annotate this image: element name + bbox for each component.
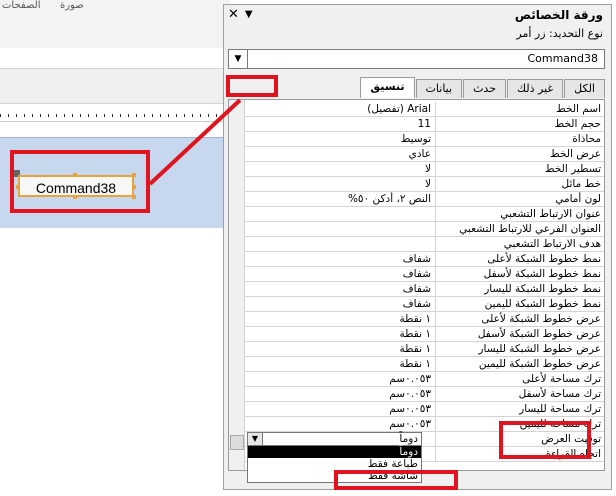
tab-event[interactable]: حدث <box>463 79 506 98</box>
property-value[interactable]: ٠.٠٥٣سم <box>244 417 435 431</box>
chevron-down-icon[interactable]: ▼ <box>248 433 263 445</box>
property-value[interactable]: Arial (تفصيل) <box>244 102 435 116</box>
property-label: العنوان الفرعي للارتباط التشعبي <box>435 222 604 236</box>
property-label: عرض خطوط الشبكة لليمين <box>435 357 604 371</box>
display-when-value: دوماً <box>399 433 418 445</box>
annotation-display-when-box <box>499 421 591 459</box>
tab-bar: الكل غير ذلك حدث بيانات تنسيق <box>359 77 605 99</box>
property-value[interactable]: ١ نقطة <box>244 357 435 371</box>
property-value[interactable]: ١ نقطة <box>244 327 435 341</box>
property-value[interactable]: شفاف <box>244 252 435 266</box>
ruler <box>0 109 230 122</box>
property-value[interactable]: شفاف <box>244 297 435 311</box>
option-print-only[interactable]: طباعة فقط <box>248 458 421 470</box>
property-value[interactable]: النص ٢، أدكن ٥٠% <box>244 192 435 206</box>
close-icon[interactable]: ✕ <box>228 7 239 23</box>
property-value[interactable] <box>244 237 435 251</box>
property-label: عرض خطوط الشبكة لأعلى <box>435 312 604 326</box>
property-label: ترك مساحة لأسفل <box>435 387 604 401</box>
property-row[interactable]: عرض خطوط الشبكة لأعلى ١ نقطة <box>244 312 604 327</box>
property-row[interactable]: محاذاة توسيط <box>244 132 604 147</box>
property-label: عرض خطوط الشبكة لأسفل <box>435 327 604 341</box>
property-label: عنوان الارتباط التشعبي <box>435 207 604 221</box>
property-label: تسطير الخط <box>435 162 604 176</box>
property-value[interactable]: ١ نقطة <box>244 342 435 356</box>
property-row[interactable]: عرض خطوط الشبكة لليمين ١ نقطة <box>244 357 604 372</box>
property-row[interactable]: لون أمامي النص ٢، أدكن ٥٠% <box>244 192 604 207</box>
tab-all[interactable]: الكل <box>564 79 605 98</box>
property-row[interactable]: تسطير الخط لا <box>244 162 604 177</box>
property-row[interactable]: عرض خطوط الشبكة لليسار ١ نقطة <box>244 342 604 357</box>
section-header-band <box>0 68 230 104</box>
property-row[interactable]: نمط خطوط الشبكة لليمين شفاف <box>244 297 604 312</box>
property-value[interactable]: ٠.٠٥٣سم <box>244 402 435 416</box>
property-label: نمط خطوط الشبكة لليمين <box>435 297 604 311</box>
annotation-button-box <box>10 150 150 213</box>
property-value[interactable]: لا <box>244 162 435 176</box>
property-value[interactable]: شفاف <box>244 282 435 296</box>
property-row[interactable]: ترك مساحة لأعلى ٠.٠٥٣سم <box>244 372 604 387</box>
property-label: هدف الارتباط التشعبي <box>435 237 604 251</box>
property-row[interactable]: نمط خطوط الشبكة لأعلى شفاف <box>244 252 604 267</box>
property-value[interactable]: عادي <box>244 147 435 161</box>
property-value[interactable]: لا <box>244 177 435 191</box>
property-label: محاذاة <box>435 132 604 146</box>
object-selector-value: Command38 <box>527 52 598 65</box>
scroll-thumb[interactable] <box>230 435 244 450</box>
property-label: عرض الخط <box>435 147 604 161</box>
ribbon-label-image[interactable]: صورة <box>60 0 84 12</box>
property-row[interactable]: عرض الخط عادي <box>244 147 604 162</box>
panel-title: ورقة الخصائص <box>514 8 603 22</box>
property-label: ترك مساحة لليسار <box>435 402 604 416</box>
option-always[interactable]: دوماً <box>248 446 421 458</box>
property-row[interactable]: خط مائل لا <box>244 177 604 192</box>
property-row[interactable]: ترك مساحة لأسفل ٠.٠٥٣سم <box>244 387 604 402</box>
property-label: ترك مساحة لأعلى <box>435 372 604 386</box>
property-value[interactable]: شفاف <box>244 267 435 281</box>
tab-other[interactable]: غير ذلك <box>507 79 564 98</box>
property-row[interactable]: العنوان الفرعي للارتباط التشعبي <box>244 222 604 237</box>
property-row[interactable]: عرض خطوط الشبكة لأسفل ١ نقطة <box>244 327 604 342</box>
property-value[interactable]: 11 <box>244 117 435 131</box>
annotation-tab-box <box>226 75 278 97</box>
property-label: عرض خطوط الشبكة لليسار <box>435 342 604 356</box>
property-row[interactable]: هدف الارتباط التشعبي <box>244 237 604 252</box>
property-row[interactable]: حجم الخط 11 <box>244 117 604 132</box>
tab-data[interactable]: بيانات <box>415 79 463 98</box>
property-row[interactable]: ترك مساحة لليسار ٠.٠٥٣سم <box>244 402 604 417</box>
property-row[interactable]: نمط خطوط الشبكة لأسفل شفاف <box>244 267 604 282</box>
object-selector[interactable]: ▼ Command38 <box>228 49 605 69</box>
property-value[interactable]: ١ نقطة <box>244 312 435 326</box>
annotation-screen-only-box <box>334 470 458 490</box>
tab-format[interactable]: تنسيق <box>360 77 415 98</box>
property-value[interactable]: توسيط <box>244 132 435 146</box>
property-label: نمط خطوط الشبكة لليسار <box>435 282 604 296</box>
ribbon-label-pages[interactable]: الصفحات <box>2 0 40 12</box>
panel-controls: ✕ ▼ <box>228 7 253 23</box>
property-value[interactable] <box>244 207 435 221</box>
property-sheet: ورقة الخصائص ✕ ▼ نوع التحديد: زر أمر ▼ C… <box>223 4 612 490</box>
property-row[interactable]: عنوان الارتباط التشعبي <box>244 207 604 222</box>
property-grid: اسم الخط Arial (تفصيل) حجم الخط 11 محاذاة توس… <box>228 99 605 471</box>
property-value[interactable] <box>244 222 435 236</box>
property-label: خط مائل <box>435 177 604 191</box>
property-label: اسم الخط <box>435 102 604 116</box>
form-empty-area <box>0 228 230 496</box>
property-label: نمط خطوط الشبكة لأسفل <box>435 267 604 281</box>
property-row[interactable]: نمط خطوط الشبكة لليسار شفاف <box>244 282 604 297</box>
scrollbar[interactable] <box>229 100 245 470</box>
property-label: لون أمامي <box>435 192 604 206</box>
chevron-down-icon[interactable]: ▼ <box>229 50 248 68</box>
chevron-down-icon[interactable]: ▼ <box>245 7 253 23</box>
property-label: نمط خطوط الشبكة لأعلى <box>435 252 604 266</box>
selection-type-label: نوع التحديد: زر أمر <box>516 27 603 40</box>
property-value[interactable]: ٠.٠٥٣سم <box>244 387 435 401</box>
display-when-field[interactable]: ▼ دوماً <box>247 432 422 446</box>
property-label: حجم الخط <box>435 117 604 131</box>
property-row[interactable]: اسم الخط Arial (تفصيل) <box>244 102 604 117</box>
property-value[interactable]: ٠.٠٥٣سم <box>244 372 435 386</box>
